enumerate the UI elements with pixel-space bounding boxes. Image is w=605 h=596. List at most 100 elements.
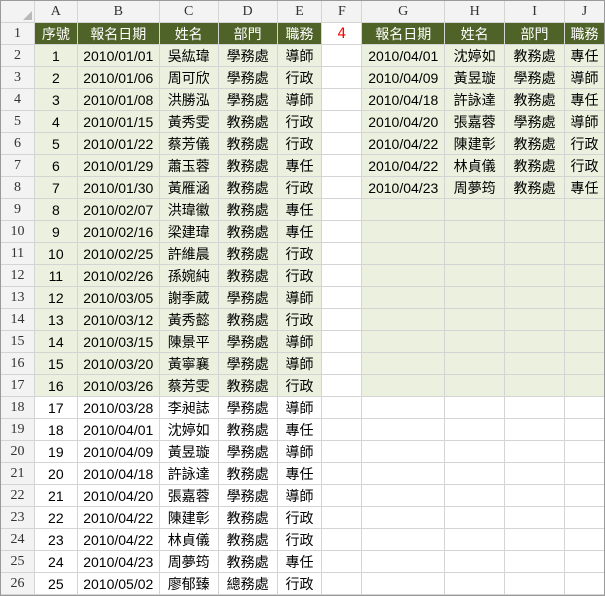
cell-f[interactable] (321, 418, 363, 441)
column-header-g[interactable]: G (361, 0, 446, 23)
cell-role-right[interactable]: 導師 (563, 110, 605, 133)
header-cell-dept-right[interactable]: 部門 (504, 22, 565, 45)
cell-role[interactable]: 導師 (276, 396, 323, 419)
cell-date[interactable]: 2010/01/30 (76, 176, 160, 199)
cell-role-right[interactable] (563, 528, 605, 551)
cell-dept[interactable]: 學務處 (217, 484, 278, 507)
cell-role-right[interactable] (563, 286, 605, 309)
cell-seq[interactable]: 7 (33, 176, 78, 199)
cell-seq[interactable]: 10 (33, 242, 78, 265)
cell-name-right[interactable]: 張嘉蓉 (444, 110, 506, 133)
cell-date[interactable]: 2010/03/15 (76, 330, 160, 353)
cell-dept-right[interactable] (504, 242, 565, 265)
cell-name-right[interactable] (444, 440, 506, 463)
cell-seq[interactable]: 18 (33, 418, 78, 441)
cell-name[interactable]: 吳紘瑋 (158, 44, 219, 67)
cell-date-right[interactable] (361, 418, 446, 441)
cell-dept[interactable]: 學務處 (217, 352, 278, 375)
cell-dept-right[interactable]: 學務處 (504, 110, 565, 133)
cell-name-right[interactable]: 黃昱璇 (444, 66, 506, 89)
cell-role-right[interactable]: 專任 (563, 88, 605, 111)
cell-dept-right[interactable] (504, 440, 565, 463)
cell-seq[interactable]: 17 (33, 396, 78, 419)
cell-role-right[interactable] (563, 550, 605, 573)
cell-role[interactable]: 導師 (276, 352, 323, 375)
cell-name[interactable]: 洪瑋徽 (158, 198, 219, 221)
cell-name[interactable]: 廖郁臻 (158, 572, 219, 595)
cell-role-right[interactable]: 行政 (563, 132, 605, 155)
cell-date-right[interactable] (361, 352, 446, 375)
cell-dept-right[interactable]: 教務處 (504, 132, 565, 155)
cell-f[interactable] (321, 286, 363, 309)
row-header[interactable]: 24 (0, 528, 35, 551)
cell-role-right[interactable] (563, 374, 605, 397)
cell-dept[interactable]: 學務處 (217, 44, 278, 67)
cell-date[interactable]: 2010/04/23 (76, 550, 160, 573)
row-header[interactable]: 11 (0, 242, 35, 265)
cell-role[interactable]: 導師 (276, 484, 323, 507)
cell-name[interactable]: 許維晨 (158, 242, 219, 265)
cell-role-right[interactable] (563, 506, 605, 529)
cell-seq[interactable]: 24 (33, 550, 78, 573)
cell-f[interactable] (321, 330, 363, 353)
cell-date-right[interactable]: 2010/04/18 (361, 88, 446, 111)
count-cell[interactable]: 4 (321, 22, 363, 45)
spreadsheet[interactable]: A B C D E F G H I J 1 序號 報名日期 姓名 部門 職務 4… (0, 0, 605, 596)
row-header[interactable]: 20 (0, 440, 35, 463)
cell-dept-right[interactable] (504, 484, 565, 507)
worksheet-grid[interactable]: A B C D E F G H I J 1 序號 報名日期 姓名 部門 職務 4… (0, 0, 605, 595)
header-cell-seq[interactable]: 序號 (33, 22, 78, 45)
cell-dept-right[interactable] (504, 572, 565, 595)
row-header[interactable]: 15 (0, 330, 35, 353)
cell-dept-right[interactable]: 教務處 (504, 176, 565, 199)
cell-dept[interactable]: 學務處 (217, 286, 278, 309)
cell-role-right[interactable] (563, 462, 605, 485)
row-header[interactable]: 1 (0, 22, 35, 45)
cell-seq[interactable]: 25 (33, 572, 78, 595)
header-cell-date[interactable]: 報名日期 (76, 22, 160, 45)
cell-name-right[interactable]: 許詠達 (444, 88, 506, 111)
cell-date[interactable]: 2010/04/01 (76, 418, 160, 441)
cell-dept[interactable]: 教務處 (217, 220, 278, 243)
cell-seq[interactable]: 13 (33, 308, 78, 331)
cell-date[interactable]: 2010/03/05 (76, 286, 160, 309)
cell-dept[interactable]: 教務處 (217, 462, 278, 485)
cell-seq[interactable]: 2 (33, 66, 78, 89)
cell-seq[interactable]: 8 (33, 198, 78, 221)
cell-role-right[interactable]: 專任 (563, 44, 605, 67)
cell-name[interactable]: 許詠達 (158, 462, 219, 485)
cell-seq[interactable]: 3 (33, 88, 78, 111)
cell-dept[interactable]: 教務處 (217, 308, 278, 331)
cell-date-right[interactable] (361, 528, 446, 551)
row-header[interactable]: 25 (0, 550, 35, 573)
row-header[interactable]: 16 (0, 352, 35, 375)
cell-role[interactable]: 行政 (276, 506, 323, 529)
cell-dept[interactable]: 教務處 (217, 154, 278, 177)
cell-name-right[interactable] (444, 550, 506, 573)
cell-date-right[interactable] (361, 220, 446, 243)
cell-name[interactable]: 周可欣 (158, 66, 219, 89)
cell-role[interactable]: 專任 (276, 418, 323, 441)
cell-dept[interactable]: 教務處 (217, 418, 278, 441)
cell-seq[interactable]: 16 (33, 374, 78, 397)
cell-name-right[interactable]: 陳建彰 (444, 132, 506, 155)
select-all-corner[interactable] (0, 0, 35, 23)
cell-name[interactable]: 周夢筠 (158, 550, 219, 573)
cell-date-right[interactable] (361, 396, 446, 419)
cell-dept-right[interactable] (504, 264, 565, 287)
cell-dept[interactable]: 教務處 (217, 550, 278, 573)
cell-seq[interactable]: 23 (33, 528, 78, 551)
cell-dept[interactable]: 教務處 (217, 242, 278, 265)
cell-name[interactable]: 洪勝泓 (158, 88, 219, 111)
cell-f[interactable] (321, 198, 363, 221)
cell-dept-right[interactable]: 教務處 (504, 88, 565, 111)
cell-f[interactable] (321, 154, 363, 177)
cell-name[interactable]: 陳建彰 (158, 506, 219, 529)
cell-dept-right[interactable] (504, 352, 565, 375)
column-header-a[interactable]: A (33, 0, 78, 23)
cell-dept[interactable]: 教務處 (217, 176, 278, 199)
cell-name-right[interactable] (444, 396, 506, 419)
cell-date[interactable]: 2010/04/20 (76, 484, 160, 507)
cell-name[interactable]: 陳景平 (158, 330, 219, 353)
cell-dept[interactable]: 學務處 (217, 440, 278, 463)
